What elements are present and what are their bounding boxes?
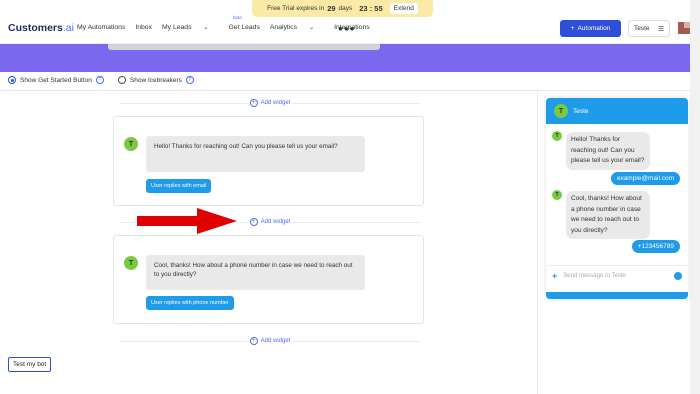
radio-show-started[interactable]: Show Get Started Button ? <box>8 76 104 84</box>
bot-avatar: T <box>124 137 138 151</box>
nav-inbox[interactable]: Inbox <box>135 24 152 31</box>
emoji-icon[interactable] <box>674 271 682 280</box>
test-bot-button[interactable]: Test my bot <box>8 357 52 372</box>
reply-email-button[interactable]: User replies with email <box>146 179 212 193</box>
chat-input-bar: + Send message to Teste <box>546 265 688 285</box>
nav-analytics[interactable]: Analytics ⌄ <box>270 24 324 31</box>
chevron-down-icon: ⌄ <box>203 25 209 31</box>
radio-selected-icon <box>8 76 16 84</box>
bot-avatar: T <box>552 131 562 141</box>
chat-bot-message: Cool, thanks! How about a phone number i… <box>566 191 650 239</box>
widget-email[interactable]: T Hello! Thanks for reaching out! Can yo… <box>113 116 424 206</box>
main-nav: My Automations Inbox My Leads ⌄ Get Leads… <box>77 24 380 31</box>
add-automation-button[interactable]: + Automation <box>560 20 621 37</box>
nav-get-leads[interactable]: Get Leads <box>229 24 260 31</box>
trial-days: 29 <box>327 4 336 13</box>
chat-title: Teste <box>573 107 589 115</box>
add-circle-icon: + <box>249 337 258 345</box>
plus-icon: + <box>570 25 575 32</box>
radio-unselected-icon <box>117 76 126 84</box>
widget-message[interactable]: Cool, thanks! How about a phone number i… <box>146 255 365 290</box>
logo[interactable]: Customers.ai <box>8 22 74 34</box>
bot-avatar: T <box>552 190 562 200</box>
chat-header: T Teste <box>546 98 688 124</box>
chat-footer <box>546 292 688 299</box>
bot-avatar: T <box>124 256 138 270</box>
plus-icon[interactable]: + <box>552 271 557 281</box>
red-arrow-annotation <box>137 208 237 234</box>
more-icon[interactable]: ●●● <box>338 24 356 33</box>
account-menu[interactable]: Teste ☰ <box>628 20 670 37</box>
chat-user-message: +123456789 <box>631 240 680 253</box>
help-icon[interactable]: ? <box>95 76 104 84</box>
bot-avatar: T <box>554 104 568 118</box>
chevron-down-icon: ⌄ <box>309 25 315 31</box>
trial-time: 23 : 55 <box>359 4 383 13</box>
beta-badge: beta <box>233 15 242 20</box>
nav-my-leads[interactable]: My Leads ⌄ <box>162 24 219 31</box>
preview-card <box>108 44 380 50</box>
chat-preview: T Teste T Hello! Thanks for reaching out… <box>546 98 688 299</box>
radio-show-icebreakers[interactable]: Show Icebreakers ? <box>117 76 194 84</box>
reply-phone-button[interactable]: User replies with phone number <box>146 296 234 310</box>
scrollbar[interactable] <box>690 0 700 394</box>
add-circle-icon: + <box>249 99 258 107</box>
nav-my-automations[interactable]: My Automations <box>77 24 125 31</box>
user-avatar[interactable] <box>678 22 690 34</box>
extend-button[interactable]: Extend <box>389 3 418 14</box>
help-icon[interactable]: ? <box>185 76 194 84</box>
add-widget-bottom[interactable]: + Add widget <box>120 336 420 346</box>
chat-message-input[interactable]: Send message to Teste <box>563 273 668 279</box>
add-widget-top[interactable]: + Add widget <box>120 98 420 108</box>
chat-bot-message: Hello! Thanks for reaching out! Can you … <box>566 132 650 170</box>
options-row: Show Get Started Button ? Show Icebreake… <box>8 76 194 84</box>
widget-message[interactable]: Hello! Thanks for reaching out! Can you … <box>146 136 365 172</box>
chat-user-message: example@mail.com <box>610 172 680 185</box>
add-circle-icon: + <box>249 218 258 226</box>
panel-divider <box>537 91 538 394</box>
menu-icon: ☰ <box>658 25 664 33</box>
divider <box>0 90 690 91</box>
trial-banner: Free Trial expires in 29 days 23 : 55 Ex… <box>252 0 433 17</box>
widget-phone[interactable]: T Cool, thanks! How about a phone number… <box>113 235 424 324</box>
